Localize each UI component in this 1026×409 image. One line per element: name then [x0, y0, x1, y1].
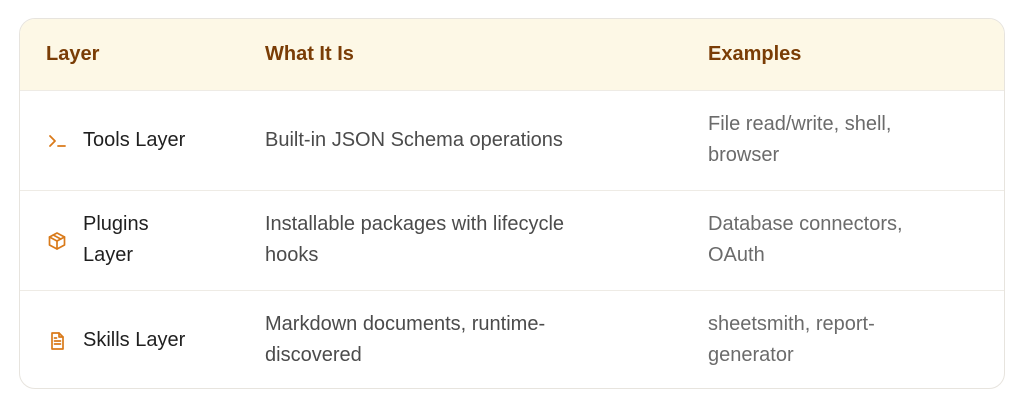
- description-line: Markdown documents, runtime-: [265, 313, 546, 335]
- table-header: Layer What It Is Examples: [20, 19, 1004, 90]
- header-examples: Examples: [708, 43, 802, 65]
- layer-description: Installable packages with lifecycle hook…: [265, 209, 665, 271]
- examples-line: Database connectors,: [708, 213, 903, 235]
- layer-name: Tools Layer: [83, 129, 186, 151]
- layer-examples: sheetsmith, report- generator: [708, 309, 968, 371]
- header-layer: Layer: [46, 43, 100, 65]
- name-line: Plugins: [83, 213, 149, 235]
- table-row-tools: Tools Layer Built-in JSON Schema operati…: [20, 90, 1004, 190]
- layer-name: Skills Layer: [83, 329, 186, 351]
- header-what-it-is: What It Is: [265, 43, 354, 65]
- document-icon: [47, 331, 67, 351]
- description-line: hooks: [265, 244, 319, 266]
- layer-examples: Database connectors, OAuth: [708, 209, 968, 271]
- layer-description: Built-in JSON Schema operations: [265, 129, 563, 151]
- examples-line: File read/write, shell,: [708, 113, 892, 135]
- name-line: Layer: [83, 244, 134, 266]
- layers-table: Layer What It Is Examples Tools Layer Bu…: [19, 18, 1005, 389]
- table-row-plugins: Plugins Layer Installable packages with …: [20, 190, 1004, 290]
- package-box-icon: [47, 231, 67, 251]
- examples-line: browser: [708, 144, 780, 166]
- examples-line: sheetsmith, report-: [708, 313, 875, 335]
- layer-description: Markdown documents, runtime- discovered: [265, 309, 665, 371]
- description-line: Installable packages with lifecycle: [265, 213, 565, 235]
- examples-line: generator: [708, 344, 794, 366]
- examples-line: OAuth: [708, 244, 765, 266]
- layer-examples: File read/write, shell, browser: [708, 109, 968, 171]
- terminal-prompt-icon: [47, 131, 67, 151]
- table-row-skills: Skills Layer Markdown documents, runtime…: [20, 290, 1004, 388]
- description-line: discovered: [265, 344, 362, 366]
- layer-name: Plugins Layer: [83, 209, 149, 271]
